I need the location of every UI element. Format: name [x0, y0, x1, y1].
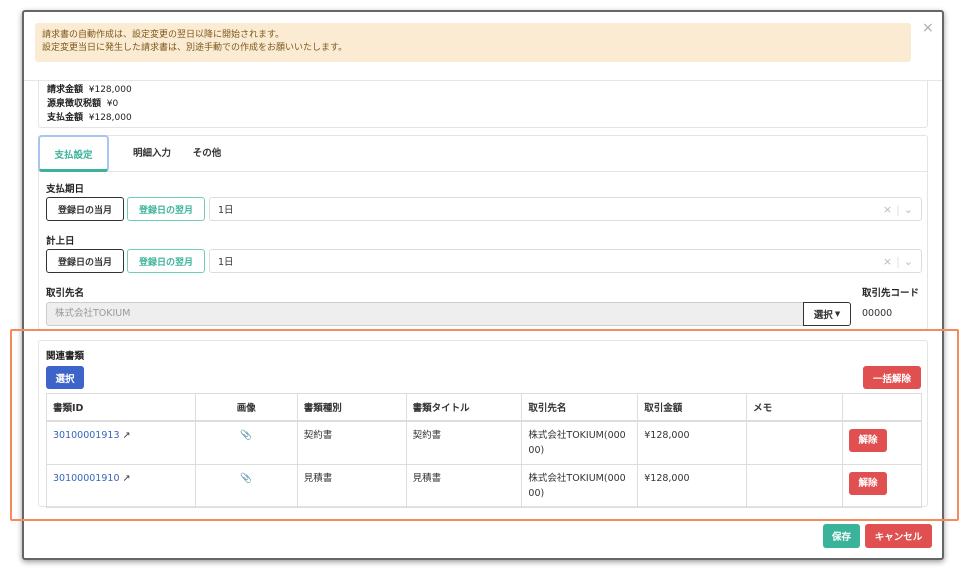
partner-code-label: 取引先コード: [862, 288, 920, 299]
amount-summary: 請求金額 ¥128,000 源泉徴収税額 ¥0 支払金額 ¥128,000: [38, 80, 928, 128]
clear-icon[interactable]: ×: [883, 203, 892, 216]
posting-day-value: 1日: [218, 257, 234, 268]
tab-line-items[interactable]: 明細入力: [122, 135, 182, 172]
billing-value: ¥128,000: [88, 85, 132, 95]
payment-label: 支払金額: [47, 113, 84, 123]
billing-label: 請求金額: [47, 85, 84, 95]
chevron-down-icon[interactable]: ⌄: [904, 255, 913, 268]
tab-payment-settings[interactable]: 支払設定: [38, 135, 109, 172]
select-label: 選択: [813, 310, 833, 321]
partner-label: 取引先名: [46, 288, 85, 299]
due-next-month-button[interactable]: 登録日の翌月: [127, 197, 205, 221]
caret-down-icon: ▼: [834, 310, 841, 318]
cancel-button[interactable]: キャンセル: [865, 524, 932, 548]
highlight-box: [10, 329, 959, 521]
save-button[interactable]: 保存: [823, 524, 860, 548]
partner-input[interactable]: 株式会社TOKIUM: [46, 302, 804, 326]
info-alert: 請求書の自動作成は、設定変更の翌日以降に開始されます。 設定変更当日に発生した請…: [35, 23, 911, 62]
posting-next-month-button[interactable]: 登録日の翌月: [127, 249, 205, 273]
due-day-value: 1日: [218, 205, 234, 216]
clear-icon[interactable]: ×: [883, 255, 892, 268]
withholding-value: ¥0: [106, 99, 119, 109]
partner-code-value: 00000: [862, 308, 893, 319]
posting-date-label: 計上日: [46, 236, 75, 247]
withholding-label: 源泉徴収税額: [47, 99, 102, 109]
chevron-down-icon[interactable]: ⌄: [904, 203, 913, 216]
tab-bar: 支払設定 明細入力 その他: [38, 135, 928, 172]
close-icon[interactable]: ×: [922, 20, 934, 36]
alert-line: 設定変更当日に発生した請求書は、別途手動での作成をお願いいたします。: [42, 43, 348, 53]
tab-other[interactable]: その他: [182, 135, 232, 172]
posting-this-month-button[interactable]: 登録日の当月: [46, 249, 124, 273]
due-this-month-button[interactable]: 登録日の当月: [46, 197, 124, 221]
payment-value: ¥128,000: [88, 113, 132, 123]
posting-day-select[interactable]: 1日 × | ⌄: [209, 249, 922, 273]
due-date-label: 支払期日: [46, 184, 85, 195]
alert-line: 請求書の自動作成は、設定変更の翌日以降に開始されます。: [42, 30, 285, 40]
partner-select-button[interactable]: 選択 ▼: [803, 302, 851, 326]
due-day-select[interactable]: 1日 × | ⌄: [209, 197, 922, 221]
